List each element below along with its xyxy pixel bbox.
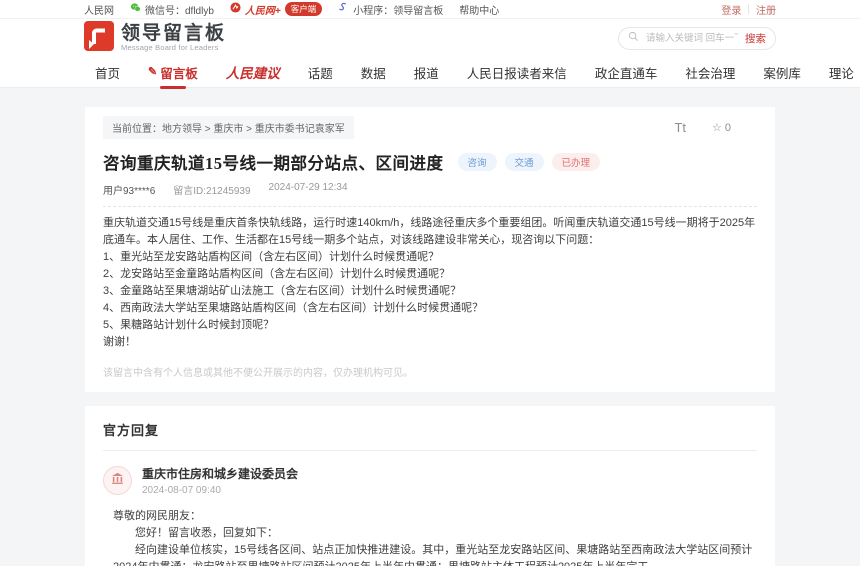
wechat-account-label: 微信号：dfldlyb — [145, 5, 214, 17]
message-title: 咨询重庆轨道15号线一期部分站点、区间进度 — [103, 154, 444, 173]
tag-inquiry: 咨询 — [457, 153, 497, 171]
nav-item-case-library[interactable]: 案例库 — [763, 63, 801, 82]
wechat-account: 微信号：dfldlyb — [130, 2, 214, 17]
favorite-button[interactable]: ☆ 0 — [712, 121, 731, 135]
star-icon: ☆ — [712, 122, 722, 134]
search-bar: 搜索 — [618, 26, 776, 50]
miniprogram-entry[interactable]: 小程序：领导留言板 — [338, 2, 443, 17]
nav-item-gov-business[interactable]: 政企直通车 — [595, 63, 658, 82]
reply-paragraph: 尊敬的网民朋友： — [113, 510, 201, 522]
peoples-daily-plus-icon — [230, 2, 241, 16]
site-title: 领导留言板 — [121, 22, 227, 44]
reply-divider — [103, 450, 757, 451]
wechat-icon — [130, 2, 141, 16]
miniprogram-icon — [338, 2, 349, 16]
site-subtitle: Message Board for Leaders — [121, 43, 219, 53]
status-badge-handled: 已办理 — [551, 153, 601, 171]
government-building-icon — [110, 471, 125, 491]
peoples-daily-link[interactable]: 人民网 — [84, 2, 114, 17]
message-paragraph: 1、重光站至龙安路站盾构区间（含左右区间）计划什么时候贯通呢？ — [103, 251, 440, 263]
app-client-link[interactable]: 人民网+ 客户端 — [230, 2, 323, 17]
message-datetime: 2024-07-29 12:34 — [268, 182, 348, 193]
nav-item-theory[interactable]: 理论 — [829, 63, 854, 82]
message-paragraph: 3、金童路站至果塘湖站矿山法施工（含左右区间）计划什么时候贯通呢？ — [103, 285, 462, 297]
message-body: 重庆轨道交通15号线是重庆首条快轨线路，运行时速140km/h，线路途径重庆多个… — [103, 215, 757, 351]
search-button[interactable]: 搜索 — [745, 31, 766, 46]
message-board-icon: ✎ — [148, 65, 158, 78]
breadcrumb[interactable]: 当前位置：地方领导 > 重庆市 > 重庆市委书记袁家军 — [103, 116, 354, 139]
nav-item-message-board-label: 留言板 — [160, 66, 198, 81]
nav-item-topics[interactable]: 话题 — [308, 63, 333, 82]
help-center-link[interactable]: 帮助中心 — [459, 2, 499, 17]
login-register-divider: | — [747, 3, 750, 15]
message-paragraph: 4、西南政法大学站至果塘路站盾构区间（含左右区间）计划什么时候贯通呢？ — [103, 302, 484, 314]
nav-item-message-board[interactable]: ✎ 留言板 — [148, 63, 198, 82]
search-input[interactable] — [644, 31, 740, 45]
nav-item-data[interactable]: 数据 — [361, 63, 386, 82]
meta-divider — [103, 206, 757, 207]
top-utility-bar: 人民网 微信号：dfldlyb 人民网+ 客户端 小程序：领导留言板 帮助中心 … — [0, 0, 860, 19]
main-nav: 首页 ✎ 留言板 人民建议 话题 数据 报道 人民日报读者来信 政企直通车 社会… — [0, 57, 860, 88]
tag-transport: 交通 — [504, 153, 544, 171]
nav-item-reports[interactable]: 报道 — [414, 63, 439, 82]
message-paragraph: 2、龙安路站至金童路站盾构区间（含左右区间）计划什么时候贯通呢？ — [103, 268, 451, 280]
search-icon — [628, 29, 639, 47]
nav-item-reader-letters[interactable]: 人民日报读者来信 — [467, 63, 567, 82]
miniprogram-label: 小程序：领导留言板 — [353, 5, 444, 17]
official-reply-heading: 官方回复 — [103, 423, 160, 438]
message-paragraph: 5、果糖路站计划什么时候封顶呢？ — [103, 319, 275, 331]
reply-datetime: 2024-08-07 09:40 — [142, 485, 221, 496]
site-logo-icon — [84, 20, 114, 56]
font-size-toggle[interactable]: Tt — [674, 120, 686, 135]
register-link[interactable]: 注册 — [756, 2, 776, 17]
official-reply-card: 官方回复 重庆市住房和城乡建设委员会 2024-08-07 09:40 尊敬的网… — [85, 406, 775, 566]
client-badge: 客户端 — [284, 2, 323, 16]
message-author: 用户93****6 — [103, 186, 156, 197]
message-paragraph: 谢谢！ — [103, 336, 136, 348]
nav-item-peoples-suggestions[interactable]: 人民建议 — [226, 62, 280, 82]
message-id: 留言ID:21245939 — [173, 186, 251, 197]
site-header: 领导留言板 Message Board for Leaders 搜索 — [0, 19, 860, 57]
reply-paragraph: 经向建设单位核实，15号线各区间、站点正加快推进建设。其中，重光站至龙安路站区间… — [113, 544, 753, 566]
message-paragraph: 重庆轨道交通15号线是重庆首条快轨线路，运行时速140km/h，线路途径重庆多个… — [103, 217, 756, 246]
main-content: 当前位置：地方领导 > 重庆市 > 重庆市委书记袁家军 Tt ☆ 0 咨询重庆轨… — [0, 88, 860, 566]
login-link[interactable]: 登录 — [721, 2, 741, 17]
site-logo[interactable]: 领导留言板 Message Board for Leaders — [84, 20, 227, 56]
privacy-disclaimer: 该留言中含有个人信息或其他不便公开展示的内容，仅办理机构可见。 — [103, 368, 413, 379]
message-card: 当前位置：地方领导 > 重庆市 > 重庆市委书记袁家军 Tt ☆ 0 咨询重庆轨… — [85, 107, 775, 392]
favorite-count: 0 — [724, 121, 731, 134]
app-brand-label: 人民网+ — [244, 5, 281, 17]
org-avatar — [103, 466, 132, 495]
reply-org-name: 重庆市住房和城乡建设委员会 — [142, 467, 299, 481]
nav-item-social-governance[interactable]: 社会治理 — [685, 63, 735, 82]
message-meta: 用户93****6 留言ID:21245939 2024-07-29 12:34 — [103, 182, 757, 197]
reply-paragraph: 您好！留言收悉，回复如下： — [135, 527, 278, 539]
reply-body: 尊敬的网民朋友： 您好！留言收悉，回复如下： 经向建设单位核实，15号线各区间、… — [113, 508, 757, 566]
nav-item-home[interactable]: 首页 — [95, 63, 120, 82]
